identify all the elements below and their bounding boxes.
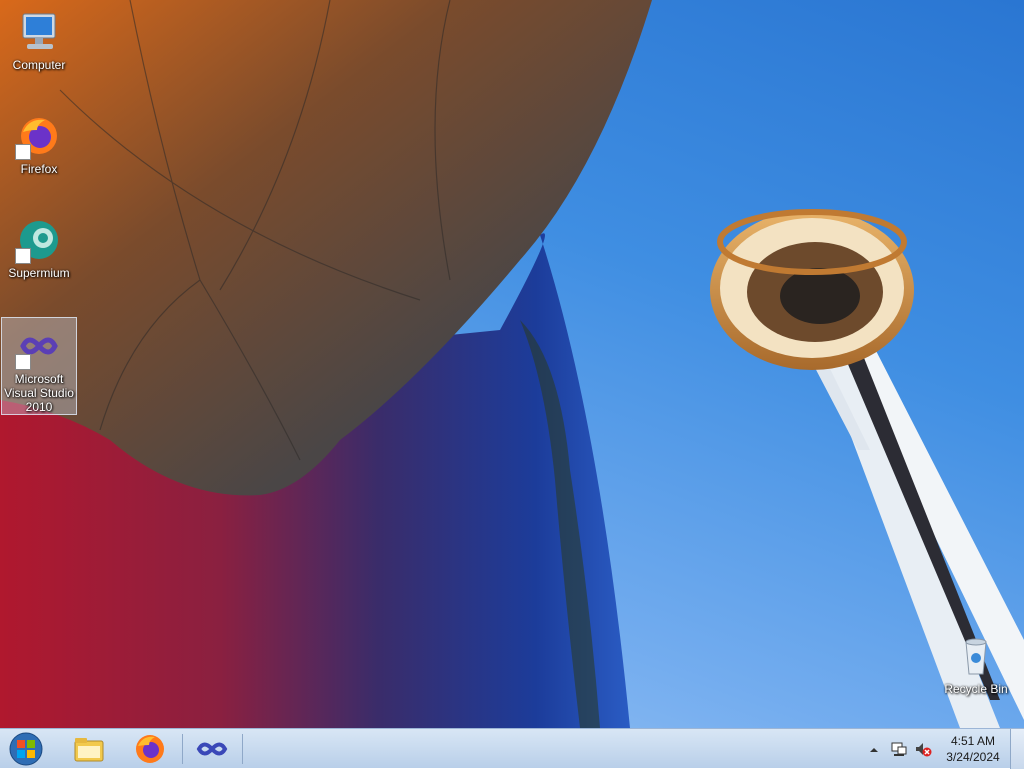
desktop-icon-label: Computer [12, 58, 66, 72]
explorer-folder-icon [74, 738, 104, 762]
visual-studio-icon [196, 742, 228, 756]
taskbar-separator [242, 734, 243, 764]
desktop-wallpaper [0, 0, 1024, 768]
clock-time: 4:51 AM [950, 734, 996, 748]
taskbar-firefox-button[interactable] [128, 732, 172, 766]
taskbar-separator [182, 734, 183, 764]
clock-date: 3/24/2024 [946, 750, 1000, 764]
volume-muted-icon[interactable] [914, 740, 932, 758]
taskbar: 4:51 AM 3/24/2024 [0, 728, 1024, 769]
shortcut-arrow-icon [15, 144, 31, 160]
desktop-icon-label: Microsoft Visual Studio 2010 [4, 372, 74, 414]
taskbar-visual-studio-button[interactable] [190, 732, 234, 766]
taskbar-explorer-button[interactable] [67, 732, 111, 766]
network-icon[interactable] [890, 740, 908, 758]
desktop-icon-label: Supermium [8, 266, 70, 280]
start-button[interactable] [6, 731, 46, 767]
computer-icon [15, 8, 63, 56]
show-hidden-icons-arrow[interactable] [868, 743, 880, 755]
desktop-icon-visual-studio[interactable]: Microsoft Visual Studio 2010 [1, 317, 77, 415]
firefox-icon [15, 112, 63, 160]
recycle-bin-icon [952, 632, 1000, 680]
supermium-icon [15, 216, 63, 264]
shortcut-arrow-icon [15, 354, 31, 370]
show-desktop-button[interactable] [1010, 729, 1024, 769]
desktop-icon-computer[interactable]: Computer [1, 4, 77, 74]
desktop-icon-firefox[interactable]: Firefox [1, 108, 77, 178]
desktop-icon-label: Firefox [20, 162, 58, 176]
desktop-icon-supermium[interactable]: Supermium [1, 212, 77, 282]
taskbar-clock[interactable]: 4:51 AM 3/24/2024 [938, 733, 1008, 765]
visual-studio-icon [15, 322, 63, 370]
firefox-icon [136, 735, 164, 763]
desktop-icon-label: Recycle Bin [944, 682, 1008, 696]
desktop-icon-recycle-bin[interactable]: Recycle Bin [938, 628, 1014, 698]
shortcut-arrow-icon [15, 248, 31, 264]
windows-start-icon [9, 732, 43, 766]
